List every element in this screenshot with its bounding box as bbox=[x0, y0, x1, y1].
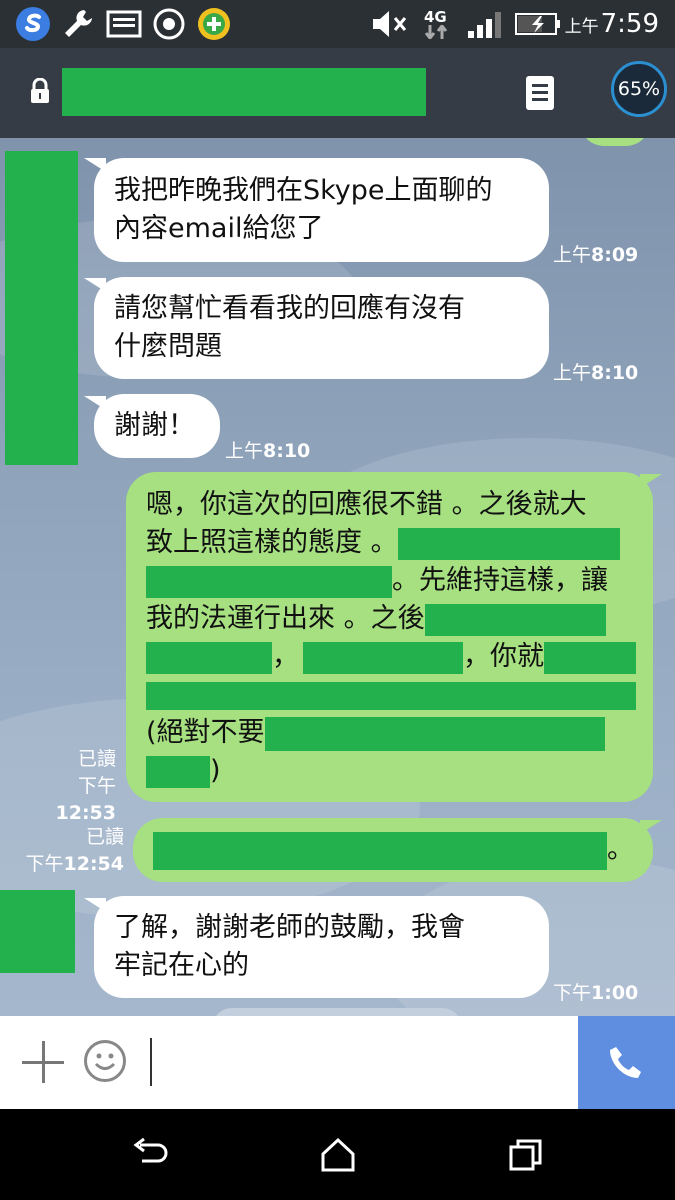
message-input[interactable] bbox=[150, 1038, 152, 1086]
navigation-bar bbox=[0, 1109, 675, 1200]
message-timestamp: 下午12:54 bbox=[25, 853, 125, 875]
avatar[interactable] bbox=[5, 151, 78, 465]
message-text-line: 。 bbox=[153, 831, 634, 870]
lock-icon bbox=[30, 77, 50, 108]
signal-icon bbox=[466, 6, 506, 42]
battery-charging-icon bbox=[514, 6, 562, 42]
back-icon[interactable] bbox=[130, 1137, 170, 1173]
avatar[interactable] bbox=[0, 890, 75, 973]
message-text: 了解，謝謝老師的鼓勵，我會 bbox=[114, 912, 465, 943]
message-bubble-incoming[interactable]: 謝謝！ bbox=[94, 394, 220, 458]
picture-icon bbox=[106, 6, 142, 42]
message-text: 嗯，你這次的回應很不錯 。之後就大 bbox=[146, 489, 587, 520]
message-text-line: 致上照這樣的態度 。 bbox=[146, 524, 633, 562]
message-text-line: 。先維持這樣，讓 bbox=[146, 562, 633, 600]
previous-message-bubble[interactable] bbox=[580, 138, 650, 146]
clock-ampm: 上午 bbox=[564, 17, 599, 37]
message-timestamp: 下午12:53 bbox=[55, 775, 116, 824]
read-status: 已讀 下午12:53 bbox=[20, 746, 116, 827]
redacted-block bbox=[397, 527, 620, 560]
clock-time: 7:59 bbox=[600, 9, 659, 39]
message-bubble-incoming[interactable]: 請您幫忙看看我的回應有沒有 什麼問題 bbox=[94, 277, 549, 379]
message-text-line: (絕對不要 bbox=[146, 714, 633, 752]
message-text: 我把昨晚我們在Skype上面聊的 bbox=[114, 175, 493, 206]
message-timestamp: 上午8:10 bbox=[225, 440, 311, 462]
message-bubble-outgoing[interactable]: 。 bbox=[133, 818, 653, 882]
plus-badge-icon bbox=[196, 6, 232, 42]
chat-area[interactable]: 我把昨晚我們在Skype上面聊的 內容email給您了 上午8:09 請您幫忙看… bbox=[0, 138, 675, 1016]
redacted-block bbox=[153, 831, 607, 870]
phone-icon[interactable] bbox=[578, 1016, 675, 1109]
message-text: 謝謝！ bbox=[114, 410, 195, 441]
message-timestamp: 下午1:00 bbox=[553, 982, 639, 1004]
message-bubble-incoming[interactable]: 我把昨晚我們在Skype上面聊的 內容email給您了 bbox=[94, 158, 549, 262]
message-input-bar bbox=[0, 1016, 675, 1109]
home-icon[interactable] bbox=[318, 1137, 358, 1173]
redacted-block bbox=[146, 755, 210, 788]
read-label: 已讀 bbox=[77, 748, 116, 770]
redacted-block bbox=[544, 641, 636, 674]
plus-icon[interactable] bbox=[18, 1036, 70, 1088]
read-label: 已讀 bbox=[85, 826, 124, 848]
message-text-line: 我的法運行出來 。之後 bbox=[146, 600, 633, 638]
redacted-block bbox=[146, 565, 392, 598]
message-bubble-incoming[interactable]: 了解，謝謝老師的鼓勵，我會 牢記在心的 bbox=[94, 896, 549, 998]
wrench-icon bbox=[60, 6, 96, 42]
redacted-block bbox=[303, 641, 463, 674]
message-text: 什麼問題 bbox=[114, 331, 222, 362]
status-bar: 4G 上午 7:59 bbox=[0, 0, 675, 48]
smiley-icon[interactable] bbox=[84, 1040, 126, 1082]
message-text: 請您幫忙看看我的回應有沒有 bbox=[114, 293, 465, 324]
s-logo-icon bbox=[14, 6, 52, 42]
redacted-block bbox=[146, 641, 272, 674]
status-clock: 上午 7:59 bbox=[565, 6, 659, 42]
chat-header bbox=[0, 48, 675, 138]
recents-icon[interactable] bbox=[506, 1137, 546, 1173]
message-text: 內容email給您了 bbox=[114, 213, 324, 244]
read-status: 已讀 下午12:54 bbox=[20, 824, 125, 878]
network-label: 4G bbox=[424, 8, 447, 26]
message-text: 牢記在心的 bbox=[114, 950, 249, 981]
redacted-block bbox=[146, 681, 636, 710]
message-timestamp: 上午8:10 bbox=[553, 362, 639, 384]
chat-title-redacted bbox=[62, 68, 426, 116]
battery-percent-badge[interactable]: 65% bbox=[611, 61, 667, 117]
mute-icon bbox=[370, 6, 408, 42]
message-text-line: ，，你就 bbox=[146, 638, 636, 676]
message-text-line bbox=[146, 676, 636, 714]
next-message-bubble[interactable] bbox=[212, 1008, 462, 1016]
record-icon bbox=[152, 6, 186, 42]
redacted-block bbox=[424, 603, 606, 636]
message-bubble-outgoing[interactable]: 嗯，你這次的回應很不錯 。之後就大 致上照這樣的態度 。 。先維持這樣，讓 我的… bbox=[126, 472, 653, 802]
network-indicator: 4G bbox=[424, 6, 450, 42]
message-text-line: ) bbox=[146, 752, 633, 790]
menu-icon[interactable] bbox=[526, 76, 554, 110]
redacted-block bbox=[264, 716, 605, 751]
message-timestamp: 上午8:09 bbox=[553, 244, 639, 266]
